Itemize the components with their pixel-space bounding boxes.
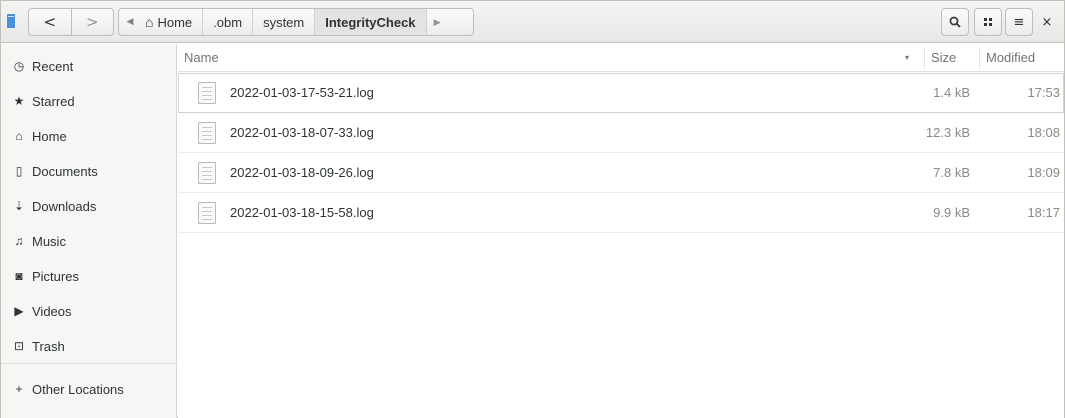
- sidebar: ◷ Recent ★ Starred ⌂ Home ▯ Documents ⇣ …: [1, 44, 177, 418]
- file-row[interactable]: 2022-01-03-17-53-21.log 1.4 kB 17:53: [178, 73, 1064, 113]
- sidebar-item-label: Recent: [32, 58, 74, 74]
- home-icon: ⌂: [15, 129, 23, 143]
- search-button[interactable]: [941, 8, 969, 36]
- path-scroll-left-button[interactable]: ◀: [119, 9, 141, 35]
- sidebar-item-trash[interactable]: ⊡ Trash: [1, 330, 177, 362]
- column-header-row: Name ▾ Size Modified: [178, 44, 1064, 72]
- view-toggle-button[interactable]: [974, 8, 1002, 36]
- file-row[interactable]: 2022-01-03-18-15-58.log 9.9 kB 18:17: [178, 193, 1064, 233]
- sidebar-item-label: Documents: [32, 163, 98, 179]
- sidebar-item-documents[interactable]: ▯ Documents: [1, 155, 177, 187]
- breadcrumb-system[interactable]: system: [252, 9, 314, 35]
- file-modified: 18:09: [1027, 165, 1060, 180]
- sidebar-item-label: Downloads: [32, 198, 97, 214]
- sidebar-item-starred[interactable]: ★ Starred: [1, 85, 177, 117]
- column-header-modified[interactable]: Modified: [986, 50, 1035, 65]
- sidebar-item-videos[interactable]: ▶ Videos: [1, 295, 177, 327]
- file-modified: 17:53: [1027, 85, 1060, 100]
- path-scroll-right-button[interactable]: ▶: [425, 9, 448, 35]
- navigation-buttons: < >: [28, 8, 114, 36]
- trash-icon: ⊡: [13, 339, 25, 353]
- sidebar-item-music[interactable]: ♫ Music: [1, 225, 177, 257]
- back-button[interactable]: <: [29, 9, 71, 35]
- clock-icon: ◷: [13, 59, 25, 73]
- breadcrumb-label: IntegrityCheck: [325, 14, 416, 30]
- download-icon: ⇣: [13, 199, 25, 213]
- chevron-left-icon: <: [43, 13, 57, 31]
- sidebar-item-label: Home: [32, 128, 67, 144]
- breadcrumb-label: system: [263, 14, 305, 30]
- plus-icon: +: [15, 382, 23, 396]
- file-name: 2022-01-03-18-07-33.log: [230, 125, 374, 140]
- grid-view-icon: [984, 18, 992, 26]
- file-size: 7.8 kB: [933, 165, 970, 180]
- breadcrumb: ◀ ⌂ Home .obm system IntegrityCheck ▶: [118, 8, 474, 36]
- sidebar-item-label: Videos: [32, 303, 72, 319]
- file-row[interactable]: 2022-01-03-18-09-26.log 7.8 kB 18:09: [178, 153, 1064, 193]
- sidebar-item-other-locations[interactable]: + Other Locations: [1, 373, 177, 405]
- home-icon: ⌂: [145, 14, 154, 30]
- close-icon: ×: [1041, 14, 1053, 30]
- music-icon: ♫: [14, 234, 24, 248]
- files-app-icon: [7, 14, 15, 28]
- sidebar-item-label: Trash: [32, 338, 65, 354]
- file-row[interactable]: 2022-01-03-18-07-33.log 12.3 kB 18:08: [178, 113, 1064, 153]
- file-modified: 18:17: [1027, 205, 1060, 220]
- triangle-right-icon: ▶: [433, 16, 441, 27]
- star-icon: ★: [13, 94, 25, 108]
- text-file-icon: [198, 202, 216, 224]
- triangle-left-icon: ◀: [126, 17, 134, 27]
- column-header-name[interactable]: Name: [184, 50, 219, 65]
- breadcrumb-label: Home: [157, 14, 193, 30]
- camera-icon: ◙: [15, 269, 23, 283]
- document-icon: ▯: [15, 164, 23, 178]
- file-size: 1.4 kB: [933, 85, 970, 100]
- sidebar-item-home[interactable]: ⌂ Home: [1, 120, 177, 152]
- chevron-right-icon: >: [85, 13, 99, 31]
- breadcrumb-obm[interactable]: .obm: [202, 9, 252, 35]
- file-name: 2022-01-03-18-15-58.log: [230, 205, 374, 220]
- file-list-view: Name ▾ Size Modified 2022-01-03-17-53-21…: [178, 44, 1064, 418]
- breadcrumb-home[interactable]: ⌂ Home: [141, 9, 202, 35]
- sidebar-item-label: Pictures: [32, 268, 79, 284]
- sidebar-item-downloads[interactable]: ⇣ Downloads: [1, 190, 177, 222]
- sidebar-item-label: Starred: [32, 93, 75, 109]
- sidebar-divider: [1, 363, 177, 364]
- text-file-icon: [198, 82, 216, 104]
- breadcrumb-label: .obm: [213, 14, 243, 30]
- video-icon: ▶: [14, 304, 24, 318]
- menu-button[interactable]: ≡: [1005, 8, 1033, 36]
- file-size: 9.9 kB: [933, 205, 970, 220]
- sidebar-item-pictures[interactable]: ◙ Pictures: [1, 260, 177, 292]
- sidebar-item-label: Other Locations: [32, 381, 124, 397]
- hamburger-menu-icon: ≡: [1013, 14, 1025, 30]
- file-name: 2022-01-03-18-09-26.log: [230, 165, 374, 180]
- close-button[interactable]: ×: [1035, 8, 1059, 36]
- file-manager-window: < > ◀ ⌂ Home .obm system IntegrityCheck: [0, 0, 1065, 418]
- file-size: 12.3 kB: [925, 125, 970, 140]
- file-name: 2022-01-03-17-53-21.log: [230, 85, 374, 100]
- sidebar-item-label: Music: [32, 233, 66, 249]
- sort-descending-icon: ▾: [905, 53, 910, 62]
- text-file-icon: [198, 122, 216, 144]
- file-modified: 18:08: [1027, 125, 1060, 140]
- column-divider: [924, 48, 925, 68]
- forward-button[interactable]: >: [70, 9, 114, 35]
- text-file-icon: [198, 162, 216, 184]
- breadcrumb-integritycheck[interactable]: IntegrityCheck: [314, 9, 426, 35]
- header-bar: < > ◀ ⌂ Home .obm system IntegrityCheck: [1, 1, 1064, 43]
- column-header-size[interactable]: Size: [931, 50, 956, 65]
- search-icon: [949, 16, 961, 28]
- sidebar-item-recent[interactable]: ◷ Recent: [1, 50, 177, 82]
- column-divider: [979, 48, 980, 68]
